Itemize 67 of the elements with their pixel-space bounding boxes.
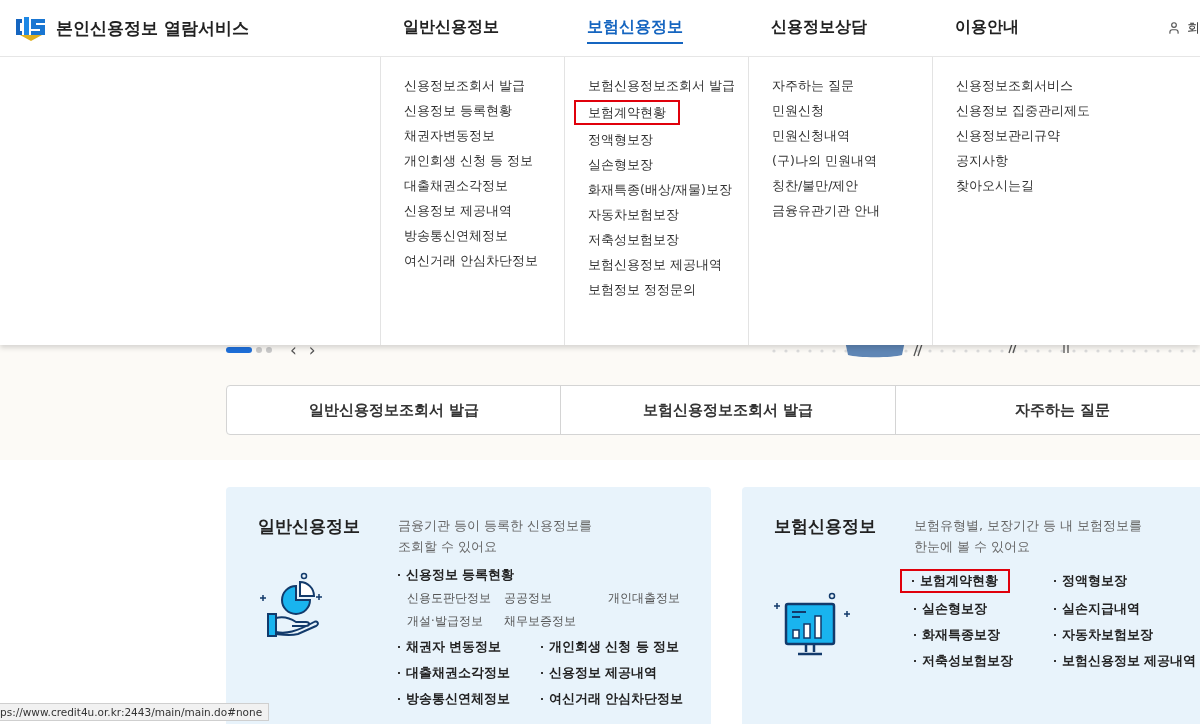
- menu-item[interactable]: 자동차보험보장: [588, 204, 679, 225]
- card-title: 보험신용정보: [774, 515, 877, 538]
- menu-item[interactable]: 신용정보 제공내역: [404, 200, 512, 221]
- menu-item[interactable]: 신용정보관리규약: [956, 125, 1060, 146]
- nav-tab[interactable]: 이용안내: [955, 12, 1019, 44]
- menu-item[interactable]: 신용정보 집중관리제도: [956, 100, 1090, 121]
- info-link[interactable]: 신용정보 등록현황: [398, 565, 711, 585]
- info-link[interactable]: 여신거래 안심차단정보: [541, 689, 684, 709]
- info-link[interactable]: 실손형보장: [914, 599, 987, 619]
- sub-link[interactable]: 공공정보: [504, 588, 608, 608]
- menu-item[interactable]: 방송통신연체정보: [404, 225, 508, 246]
- menu-item[interactable]: 신용정보조회서비스: [956, 75, 1073, 96]
- menu-item[interactable]: 보험신용정보 제공내역: [588, 254, 722, 275]
- menu-item[interactable]: 보험신용정보조회서 발급: [588, 75, 735, 96]
- menu-item[interactable]: 채권자변동정보: [404, 125, 495, 146]
- nav-tab[interactable]: 보험신용정보: [587, 12, 683, 44]
- info-link[interactable]: 대출채권소각정보: [398, 663, 510, 683]
- nav-tab[interactable]: 신용정보상담: [771, 12, 867, 44]
- site-title[interactable]: 본인신용정보 열람서비스: [56, 16, 249, 40]
- menu-item[interactable]: 민원신청내역: [772, 125, 850, 146]
- user-icon[interactable]: [1167, 21, 1181, 35]
- sub-link[interactable]: 개인대출정보: [608, 588, 698, 608]
- info-link[interactable]: 채권자 변동정보: [398, 637, 502, 657]
- menu-item[interactable]: (구)나의 민원내역: [772, 150, 877, 171]
- menu-item[interactable]: 개인회생 신청 등 정보: [404, 150, 533, 171]
- sub-link[interactable]: 채무보증정보: [504, 611, 608, 631]
- menu-item[interactable]: 민원신청: [772, 100, 824, 121]
- quick-link-button[interactable]: 자주하는 질문: [894, 386, 1200, 434]
- info-link[interactable]: 개인회생 신청 등 정보: [541, 637, 680, 657]
- menu-item[interactable]: 금융유관기관 안내: [772, 200, 880, 221]
- quick-link-button[interactable]: 일반신용정보조회서 발급: [227, 386, 561, 434]
- status-url: ps://www.credit4u.or.kr:2443/main/main.do#none: [0, 703, 270, 721]
- nav-tab[interactable]: 일반신용정보: [403, 12, 499, 44]
- menu-item[interactable]: 대출채권소각정보: [404, 175, 508, 196]
- menu-item[interactable]: 공지사항: [956, 150, 1008, 171]
- menu-item[interactable]: 자주하는 질문: [772, 75, 854, 96]
- info-link[interactable]: 방송통신연체정보: [398, 689, 510, 709]
- info-link[interactable]: 보험신용정보 제공내역: [1054, 651, 1197, 671]
- card-description: 금융기관 등이 등록한 신용정보를 조회할 수 있어요: [398, 517, 593, 556]
- menu-item[interactable]: 신용정보조회서 발급: [404, 75, 525, 96]
- user-link[interactable]: 회: [1187, 19, 1200, 37]
- previous-button[interactable]: ‹: [286, 343, 301, 357]
- card-title: 일반신용정보: [258, 515, 361, 538]
- menu-item[interactable]: 실손형보장: [588, 154, 653, 175]
- info-link[interactable]: 보험계약현황: [900, 569, 1010, 593]
- card-description: 보험유형별, 보장기간 등 내 보험정보를 한눈에 볼 수 있어요: [914, 517, 1143, 556]
- next-button[interactable]: ›: [304, 343, 320, 357]
- sub-link[interactable]: 개설·발급정보: [407, 611, 504, 631]
- menu-item[interactable]: 화재특종(배상/재물)보장: [588, 179, 732, 200]
- menu-item[interactable]: 찾아오시는길: [956, 175, 1034, 196]
- info-link[interactable]: 정액형보장: [1054, 569, 1127, 593]
- info-link[interactable]: 화재특종보장: [914, 625, 1000, 645]
- info-link[interactable]: 실손지급내역: [1054, 599, 1140, 619]
- info-link[interactable]: 신용정보 제공내역: [541, 663, 658, 683]
- menu-item[interactable]: 여신거래 안심차단정보: [404, 250, 538, 271]
- menu-item[interactable]: 보험정보 정정문의: [588, 279, 696, 300]
- menu-item[interactable]: 칭찬/불만/제안: [772, 175, 859, 196]
- menu-item[interactable]: 저축성보험보장: [588, 229, 679, 250]
- menu-item[interactable]: 정액형보장: [588, 129, 653, 150]
- logo-icon: [14, 15, 48, 41]
- info-link[interactable]: 자동차보험보장: [1054, 625, 1153, 645]
- menu-item[interactable]: 보험계약현황: [574, 100, 680, 125]
- sub-link[interactable]: 신용도판단정보: [407, 588, 504, 608]
- slide-indicator[interactable]: [226, 347, 252, 353]
- info-link[interactable]: 저축성보험보장: [914, 651, 1013, 671]
- quick-link-button[interactable]: 보험신용정보조회서 발급: [560, 386, 895, 434]
- menu-item[interactable]: 신용정보 등록현황: [404, 100, 512, 121]
